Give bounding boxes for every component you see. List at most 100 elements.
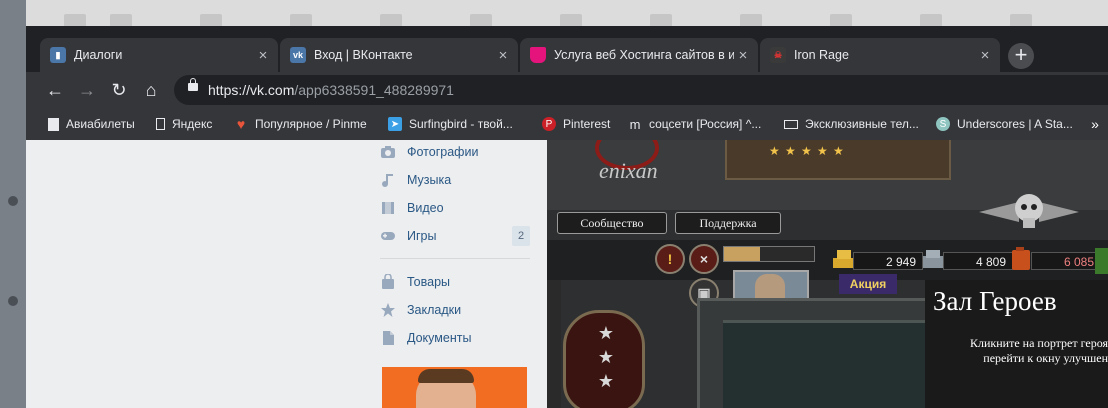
- underscores-icon: S: [936, 117, 950, 131]
- close-icon[interactable]: ×: [494, 47, 512, 64]
- url-host: https://vk.com: [208, 82, 295, 98]
- ad-banner-image[interactable]: [382, 367, 527, 408]
- gold-bars-icon: [833, 250, 853, 268]
- tab-dialogs[interactable]: ▮ Диалоги ×: [40, 38, 278, 72]
- card-icon: [784, 119, 798, 129]
- bookmark-underscores[interactable]: S Underscores | A Sta...: [936, 115, 1073, 133]
- menu-item-label: Документы: [407, 331, 472, 345]
- tab-vk-login[interactable]: vk Вход | ВКонтакте ×: [280, 38, 518, 72]
- new-tab-button[interactable]: +: [1008, 43, 1034, 69]
- bookmarks-bar: Авиабилеты Яндекс ♥ Популярное / Pinme ➤…: [26, 108, 1108, 141]
- bookmark-pinme[interactable]: ♥ Популярное / Pinme: [234, 115, 367, 133]
- bookmark-socseti[interactable]: m соцсети [Россия] ^...: [628, 115, 762, 133]
- reload-icon[interactable]: ↻: [108, 79, 130, 101]
- bird-icon: ➤: [388, 117, 402, 131]
- music-icon: [382, 174, 393, 187]
- tab-strip: ▮ Диалоги × vk Вход | ВКонтакте × Услуга…: [26, 26, 1108, 72]
- rank-star-icon: ★: [785, 144, 796, 158]
- experience-fill: [724, 247, 760, 261]
- close-icon[interactable]: ×: [254, 47, 272, 64]
- bookmark-label: соцсети [Россия] ^...: [649, 117, 762, 131]
- rank-star-icon: ★: [833, 144, 844, 158]
- bookmark-pinterest[interactable]: P Pinterest: [542, 115, 610, 133]
- games-count-badge: 2: [512, 226, 530, 246]
- hall-hint-line1: Кликните на портрет героя: [969, 336, 1108, 350]
- experience-bar: [723, 246, 815, 262]
- game-frame[interactable]: enixan ★ ★ ★ ★ ★ Сообщество Поддержка ! …: [547, 140, 1108, 408]
- menu-item-documents[interactable]: Документы: [380, 326, 530, 350]
- tab-title: Услуга веб Хостинга сайтов в и: [554, 48, 734, 62]
- camera-icon: [381, 146, 395, 158]
- bookmark-surfingbird[interactable]: ➤ Surfingbird - твой...: [388, 115, 513, 133]
- menu-item-games[interactable]: Игры 2: [380, 224, 530, 248]
- tab-iron-rage[interactable]: ☠ Iron Rage ×: [760, 38, 1000, 72]
- gold-amount: 2 949: [853, 252, 923, 270]
- desktop-icon: [8, 196, 18, 206]
- bookmark-label: Эксклюзивные тел...: [805, 117, 919, 131]
- bookmark-exclusive[interactable]: Эксклюзивные тел...: [784, 115, 919, 133]
- menu-item-label: Закладки: [407, 303, 462, 317]
- close-icon[interactable]: ×: [734, 47, 752, 64]
- bookmark-aviabilety[interactable]: Авиабилеты: [48, 115, 135, 133]
- bookmark-label: Underscores | A Sta...: [957, 117, 1073, 131]
- vk-messages-icon: ▮: [50, 47, 66, 63]
- desktop-icon: [8, 296, 18, 306]
- fuel-icon: [1012, 247, 1030, 270]
- desktop-edge: [0, 0, 26, 408]
- ad-hair: [418, 369, 474, 383]
- more-bookmarks-icon[interactable]: »: [1088, 115, 1108, 133]
- bag-icon: [382, 274, 394, 289]
- heart-icon: ♥: [236, 116, 246, 132]
- menu-item-label: Музыка: [407, 173, 452, 187]
- vk-left-panel: Фотографии Музыка Видео Игры 2 Товары За…: [26, 140, 547, 408]
- browser-window: ▮ Диалоги × vk Вход | ВКонтакте × Услуга…: [26, 26, 1108, 408]
- tab-title: Iron Rage: [794, 48, 849, 62]
- forward-arrow-icon[interactable]: →: [76, 79, 98, 101]
- address-bar[interactable]: https://vk.com/app6338591_488289971: [174, 75, 1108, 105]
- back-arrow-icon[interactable]: ←: [44, 79, 66, 101]
- document-icon: [383, 331, 394, 345]
- menu-divider: [380, 258, 530, 259]
- bookmark-label: Яндекс: [172, 117, 213, 131]
- rank-badge[interactable]: ★ ★ ★: [563, 310, 645, 408]
- menu-item-goods[interactable]: Товары: [380, 270, 530, 294]
- menu-item-photos[interactable]: Фотографии: [380, 140, 530, 164]
- rank-star-icon: ★: [769, 144, 780, 158]
- toolbar: ← → ↻ ⌂ https://vk.com/app6338591_488289…: [26, 72, 1108, 108]
- menu-item-bookmarks[interactable]: Закладки: [380, 298, 530, 322]
- pinterest-icon: P: [542, 117, 556, 131]
- community-button[interactable]: Сообщество: [557, 212, 667, 234]
- film-icon: [382, 202, 394, 214]
- add-resource-icon[interactable]: [1095, 248, 1108, 274]
- alert-icon[interactable]: !: [655, 244, 685, 274]
- home-icon[interactable]: ⌂: [140, 79, 162, 101]
- url-path: /app6338591_488289971: [294, 82, 454, 98]
- tab-hosting[interactable]: Услуга веб Хостинга сайтов в и ×: [520, 38, 758, 72]
- game-logo-text: enixan: [599, 158, 658, 183]
- hosting-icon: [530, 47, 546, 63]
- hall-hint: Кликните на портрет героя перейти к окну…: [933, 336, 1108, 366]
- menu-item-music[interactable]: Музыка: [380, 168, 530, 192]
- url-text[interactable]: https://vk.com/app6338591_488289971: [208, 82, 454, 98]
- bookmark-folder-icon: [48, 117, 59, 131]
- star-icon: [381, 303, 395, 317]
- menu-item-video[interactable]: Видео: [380, 196, 530, 220]
- close-icon[interactable]: ×: [976, 47, 994, 64]
- promo-badge[interactable]: Акция: [839, 274, 897, 294]
- iron-rage-icon: ☠: [770, 47, 786, 63]
- fuel-amount: 6 085: [1031, 252, 1101, 270]
- vk-logo-icon: vk: [290, 47, 306, 63]
- support-button[interactable]: Поддержка: [675, 212, 781, 234]
- rank-star-icon: ★: [817, 144, 828, 158]
- hall-title: Зал Героев: [933, 286, 1057, 316]
- tab-title: Диалоги: [74, 48, 123, 62]
- bookmark-yandex[interactable]: Яндекс: [156, 115, 212, 133]
- badge-star-icon: ★: [597, 347, 615, 367]
- close-icon[interactable]: ×: [689, 244, 719, 274]
- bookmark-label: Pinterest: [563, 117, 611, 131]
- bookmark-label: Surfingbird - твой...: [409, 117, 513, 131]
- badge-star-icon: ★: [597, 323, 615, 343]
- game-left-strip: [547, 280, 561, 408]
- metal-icon: [923, 250, 943, 268]
- lock-icon: [188, 78, 198, 91]
